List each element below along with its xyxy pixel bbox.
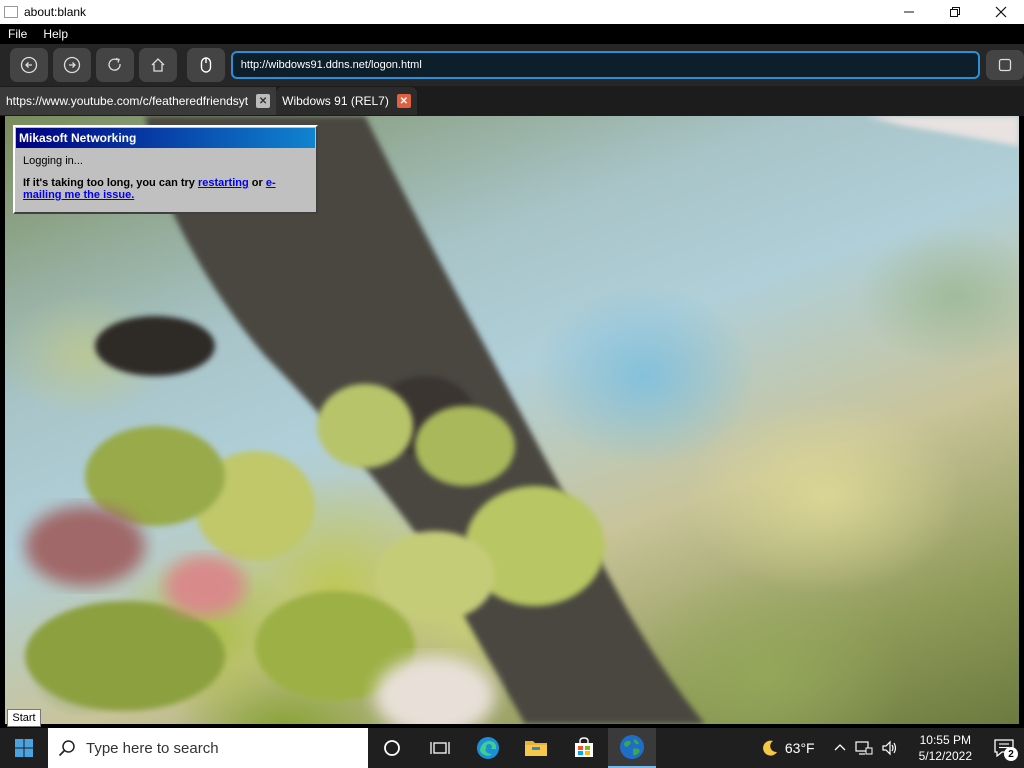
tab-overview-button[interactable] — [986, 50, 1024, 80]
volume-icon[interactable] — [881, 740, 899, 756]
minimize-button[interactable] — [886, 0, 932, 24]
home-icon — [151, 58, 165, 72]
task-view-icon — [430, 742, 450, 754]
windows-logo-icon — [15, 739, 33, 757]
arrow-left-icon — [20, 56, 38, 74]
close-icon — [995, 6, 1007, 18]
arrow-right-icon — [63, 56, 81, 74]
cortana-icon — [384, 740, 400, 756]
notification-center-button[interactable]: 2 — [984, 728, 1024, 768]
menu-help[interactable]: Help — [35, 27, 76, 41]
networking-dialog: Mikasoft Networking Logging in... If it'… — [13, 125, 318, 214]
minimize-icon — [904, 11, 914, 13]
window-app-icon — [4, 6, 18, 18]
tab-label: Wibdows 91 (REL7) — [282, 94, 389, 108]
help-prefix: If it's taking too long, you can try — [23, 177, 198, 189]
network-icon[interactable] — [855, 740, 873, 756]
folder-icon — [525, 741, 547, 756]
back-button[interactable] — [10, 48, 48, 82]
start-tooltip: Start — [7, 709, 41, 727]
moon-icon — [762, 740, 777, 756]
help-mid: or — [248, 177, 266, 189]
menu-bar: File Help — [0, 24, 1024, 44]
window-titlebar: about:blank — [0, 0, 1024, 24]
mouse-button[interactable] — [186, 48, 225, 82]
nav-toolbar — [0, 44, 1024, 86]
edge-button[interactable] — [464, 728, 512, 768]
chevron-up-icon[interactable] — [833, 741, 847, 755]
menu-file[interactable]: File — [0, 27, 35, 41]
restart-link[interactable]: restarting — [198, 177, 249, 189]
home-button[interactable] — [138, 48, 177, 82]
taskbar-clock[interactable]: 10:55 PM 5/12/2022 — [919, 732, 972, 764]
url-input[interactable] — [240, 59, 978, 71]
taskbar: Type here to search 63°F 10:55 PM 5/12/2… — [0, 728, 1024, 768]
close-icon: ✕ — [258, 95, 268, 107]
search-placeholder: Type here to search — [86, 739, 219, 757]
clock-time: 10:55 PM — [919, 733, 971, 747]
task-view-button[interactable] — [416, 728, 464, 768]
system-tray: 63°F 10:55 PM 5/12/2022 2 — [761, 728, 1024, 768]
restore-icon — [950, 7, 960, 17]
tray-icons — [833, 740, 899, 756]
dialog-title: Mikasoft Networking — [16, 128, 315, 148]
taskbar-search-box[interactable]: Type here to search — [48, 728, 368, 768]
tab-youtube[interactable]: https://www.youtube.com/c/featheredfrien… — [0, 87, 277, 115]
refresh-icon — [108, 57, 121, 71]
start-button[interactable] — [0, 728, 48, 768]
store-bag-icon — [575, 737, 593, 757]
window-title: about:blank — [24, 5, 87, 19]
maximize-button[interactable] — [932, 0, 978, 24]
dialog-help-text: If it's taking too long, you can try res… — [23, 177, 308, 201]
tab-wibdows[interactable]: Wibdows 91 (REL7) ✕ — [276, 87, 417, 115]
weather-widget[interactable]: 63°F — [761, 739, 815, 757]
tab-strip: https://www.youtube.com/c/featheredfrien… — [0, 86, 1024, 116]
search-icon — [58, 740, 75, 757]
square-icon — [998, 58, 1012, 72]
tab-label: https://www.youtube.com/c/featheredfrien… — [6, 94, 249, 108]
file-explorer-button[interactable] — [512, 728, 560, 768]
notification-count-badge: 2 — [1004, 747, 1018, 761]
cortana-button[interactable] — [368, 728, 416, 768]
dialog-body: Logging in... If it's taking too long, y… — [15, 149, 316, 217]
store-button[interactable] — [560, 728, 608, 768]
edge-browser-icon — [477, 737, 499, 759]
clock-date: 5/12/2022 — [918, 749, 972, 763]
globe-icon — [620, 735, 644, 759]
address-bar[interactable] — [230, 51, 980, 79]
mouse-icon — [200, 57, 211, 73]
tab-close-button[interactable]: ✕ — [396, 94, 411, 108]
close-button[interactable] — [978, 0, 1024, 24]
forward-button[interactable] — [52, 48, 91, 82]
browser-app-button[interactable] — [608, 728, 656, 768]
refresh-button[interactable] — [95, 48, 134, 82]
weather-temp: 63°F — [784, 740, 815, 756]
close-icon: ✕ — [399, 95, 409, 107]
tab-close-button[interactable]: ✕ — [256, 94, 271, 108]
dialog-status: Logging in... — [23, 155, 83, 167]
